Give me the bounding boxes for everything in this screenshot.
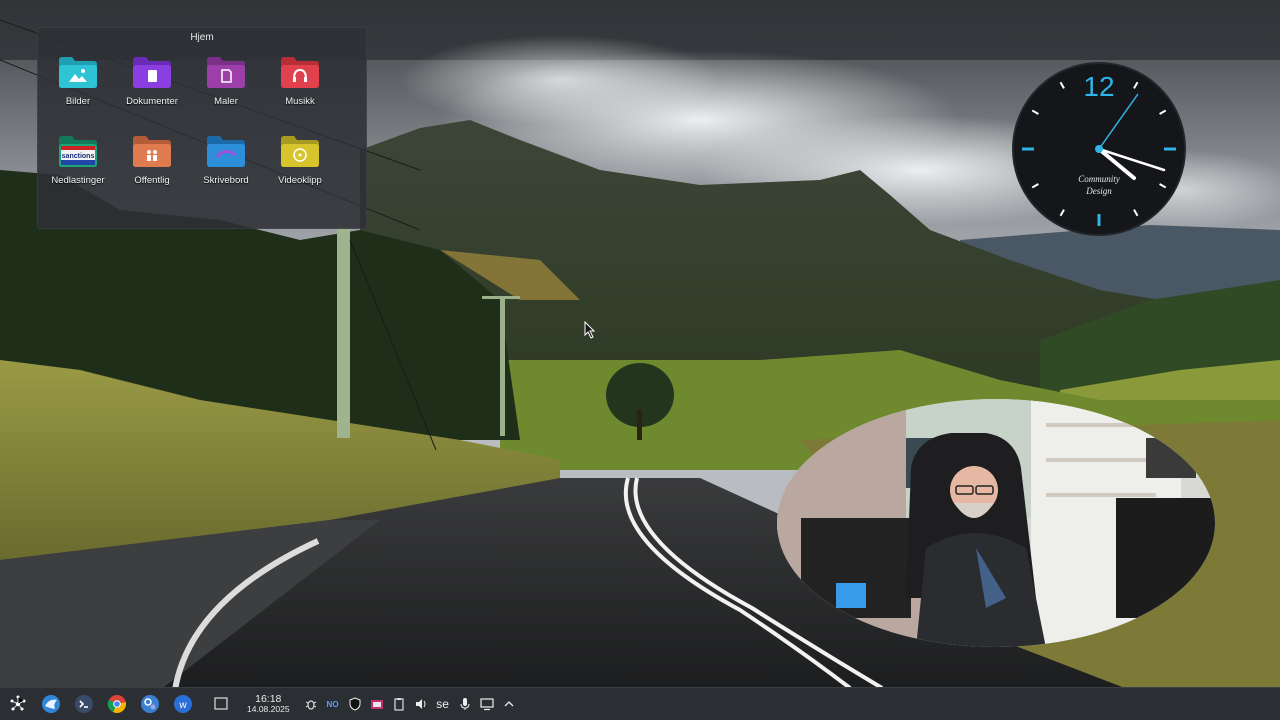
folder-label: Videoklipp <box>278 175 322 186</box>
music-folder-icon <box>281 57 319 88</box>
folder-label: Bilder <box>65 96 91 107</box>
digital-clock[interactable]: 16:18 14.08.2025 <box>247 694 290 714</box>
clock-brand-line2: Design <box>1085 186 1112 196</box>
people-folder-icon <box>133 136 171 167</box>
folder-label: Maler <box>214 96 238 107</box>
app-launcher-button[interactable] <box>5 691 31 717</box>
settings-button[interactable] <box>137 691 163 717</box>
taskbar: w 16:18 14.08.2025 NO se <box>0 687 1280 720</box>
terminal-button[interactable] <box>71 691 97 717</box>
tray-clipboard-icon[interactable] <box>390 693 408 715</box>
tray-microphone-icon[interactable] <box>456 693 474 715</box>
clipboard-icon <box>393 698 404 711</box>
settings-icon <box>141 695 159 713</box>
volume-icon <box>415 699 426 709</box>
analog-clock-widget: 12 Community Design <box>1012 62 1186 236</box>
folder-bilder[interactable]: Bilder <box>41 50 115 129</box>
clock-time: 16:18 <box>255 693 282 705</box>
show-desktop-button[interactable] <box>208 691 234 717</box>
bug-icon <box>305 700 316 710</box>
tray-shield-icon[interactable] <box>346 693 364 715</box>
kde-launcher-icon <box>10 695 26 711</box>
folder-skrivebord[interactable]: Skrivebord <box>189 129 263 208</box>
folder-dokumenter[interactable]: Dokumenter <box>115 50 189 129</box>
svg-text:w: w <box>178 700 187 711</box>
tray-display-icon[interactable] <box>478 693 496 715</box>
clock-brand-line1: Community <box>1078 174 1120 184</box>
video-folder-icon <box>281 136 319 167</box>
shield-icon <box>349 697 361 711</box>
clock-date: 14.08.2025 <box>247 704 290 714</box>
folder-view-widget: Hjem Bilder Dokumenter Maler Musikk sanc… <box>37 27 367 229</box>
desktop-folder-icon <box>207 136 245 167</box>
display-icon <box>479 698 494 711</box>
image-folder-icon <box>59 57 97 88</box>
clock-numeral: 12 <box>1083 71 1114 102</box>
tray-bug-icon[interactable] <box>302 693 320 715</box>
chevron-up-icon <box>504 701 514 707</box>
mouse-cursor-icon <box>584 321 596 339</box>
folder-maler[interactable]: Maler <box>189 50 263 129</box>
microphone-icon <box>460 698 470 710</box>
folder-videoklipp[interactable]: Videoklipp <box>263 129 337 208</box>
screenshot-icon <box>370 700 383 709</box>
folder-musikk[interactable]: Musikk <box>263 50 337 129</box>
tray-expand-button[interactable] <box>500 693 518 715</box>
chrome-icon <box>107 695 127 713</box>
tray-language-indicator[interactable]: NO <box>324 693 342 715</box>
folder-label: Nedlastinger <box>51 175 105 186</box>
folder-view-title: Hjem <box>190 32 214 43</box>
system-tray: NO se <box>300 693 520 715</box>
folder-grid: Bilder Dokumenter Maler Musikk sanctions… <box>41 50 341 208</box>
browser-button[interactable] <box>38 691 64 717</box>
tray-volume-icon[interactable] <box>412 693 430 715</box>
folder-label: Musikk <box>285 96 315 107</box>
folder-nedlastinger[interactable]: sanctions Nedlastinger <box>41 129 115 208</box>
folder-offentlig[interactable]: Offentlig <box>115 129 189 208</box>
writer-button[interactable]: w <box>170 691 196 717</box>
document-folder-icon <box>133 57 171 88</box>
show-desktop-icon <box>213 697 228 710</box>
download-folder-icon: sanctions <box>59 136 97 167</box>
tray-keyboard-layout[interactable]: se <box>434 693 452 715</box>
folder-label: Skrivebord <box>203 175 249 186</box>
folder-label: Offentlig <box>134 175 170 186</box>
terminal-icon <box>75 695 93 713</box>
chrome-button[interactable] <box>104 691 130 717</box>
sanctions-badge: sanctions <box>62 153 95 160</box>
tray-screenshot-icon[interactable] <box>368 693 386 715</box>
globe-icon <box>42 695 60 713</box>
webcam-overlay <box>777 399 1215 647</box>
template-folder-icon <box>207 57 245 88</box>
writer-icon: w <box>174 695 192 713</box>
folder-label: Dokumenter <box>126 96 178 107</box>
